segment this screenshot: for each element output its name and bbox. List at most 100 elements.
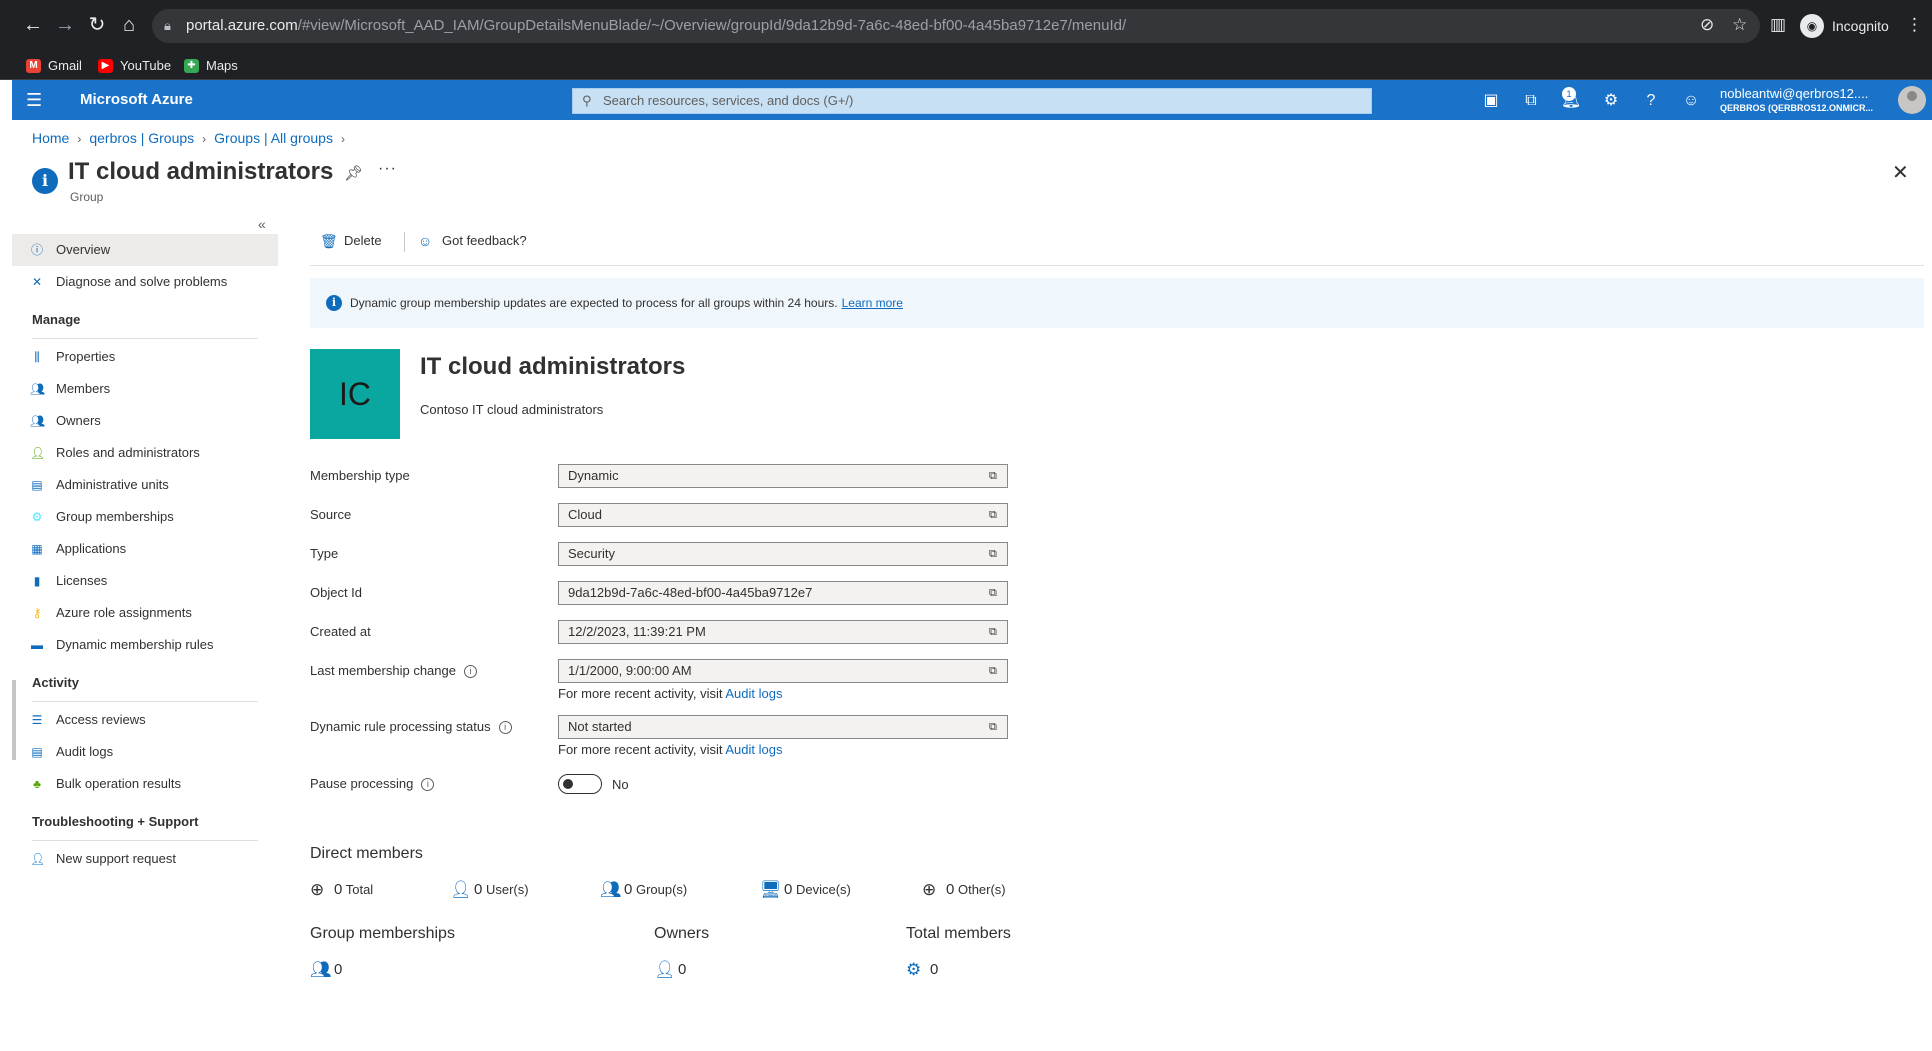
cloud-shell-icon[interactable]: ▣ (1480, 90, 1502, 112)
dynamic-rule-status-field: Not started ⧉ (558, 715, 1008, 739)
sidebar-scrollbar[interactable] (12, 680, 16, 760)
log-icon: ▤ (31, 745, 43, 759)
forward-icon[interactable]: → (54, 14, 76, 36)
sidebar-item-properties[interactable]: ⫼ Properties (12, 341, 278, 373)
rules-icon: ▬ (31, 638, 43, 652)
delete-button[interactable]: 🗑︎ Delete (320, 228, 382, 254)
feedback-icon: ☺ (418, 233, 433, 249)
feedback-button[interactable]: ☺ Got feedback? (418, 228, 527, 254)
sidebar-item-applications[interactable]: ▦ Applications (12, 533, 278, 565)
bookmark-gmail[interactable]: M Gmail (26, 52, 82, 80)
search-icon: ⚲ (582, 93, 592, 108)
copy-icon[interactable]: ⧉ (989, 621, 1001, 643)
roles-icon: 👤︎ (30, 446, 46, 460)
sidebar-item-azure-roles[interactable]: ⚷ Azure role assignments (12, 597, 278, 629)
help-icon[interactable]: ? (1640, 90, 1662, 112)
more-options-icon[interactable]: ··· (378, 160, 397, 178)
azure-header: ☰ Microsoft Azure ⚲ Search resources, se… (12, 80, 1932, 120)
note-text: For more recent activity, visit (558, 742, 723, 757)
count: 0 (784, 881, 793, 898)
incognito-indicator[interactable]: ◉ Incognito (1800, 12, 1889, 40)
bookmark-youtube[interactable]: ▶ YouTube (98, 52, 171, 80)
audit-logs-link[interactable]: Audit logs (725, 686, 782, 701)
pause-processing-toggle[interactable] (558, 774, 602, 794)
owners-count[interactable]: 👤︎ 0 (654, 959, 686, 981)
info-icon: i (326, 295, 342, 311)
sidebar-item-label: Properties (56, 349, 116, 364)
group-icon: 👥︎ (600, 880, 622, 899)
sidebar-item-label: Members (56, 381, 111, 396)
breadcrumb-home[interactable]: Home (32, 130, 69, 146)
sidebar-item-group-memberships[interactable]: ⚙ Group memberships (12, 501, 278, 533)
sidebar-item-members[interactable]: 👥︎ Members (12, 373, 278, 405)
divider (404, 232, 405, 252)
sidebar-item-roles[interactable]: 👤︎ Roles and administrators (12, 437, 278, 469)
properties-icon: ⫼ (34, 350, 40, 364)
sidebar-item-diagnose[interactable]: ✕ Diagnose and solve problems (12, 266, 278, 298)
total-members-count[interactable]: ⚙ 0 (906, 959, 938, 981)
settings-gear-icon[interactable]: ⚙ (1600, 90, 1622, 112)
group-icon: 👥︎ (310, 960, 332, 979)
direct-members-devices[interactable]: 🖥︎ 0 Device(s) (760, 879, 851, 901)
copy-icon[interactable]: ⧉ (989, 543, 1001, 565)
directory-filter-icon[interactable]: ⧉ (1520, 90, 1542, 112)
address-bar[interactable]: 🔒︎ portal.azure.com/#view/Microsoft_AAD_… (152, 9, 1760, 43)
incognito-label: Incognito (1832, 18, 1889, 34)
group-memberships-count[interactable]: 👥︎ 0 (310, 959, 342, 981)
copy-icon[interactable]: ⧉ (989, 716, 1001, 738)
direct-members-groups[interactable]: 👥︎ 0 Group(s) (600, 879, 687, 901)
members-summary-icon: ⚙ (906, 960, 922, 979)
help-info-icon[interactable]: i (421, 778, 435, 792)
avatar[interactable] (1898, 86, 1926, 114)
copy-icon[interactable]: ⧉ (989, 504, 1001, 526)
sidebar-item-dynamic-rules[interactable]: ▬ Dynamic membership rules (12, 629, 278, 661)
sidebar-item-label: New support request (56, 851, 176, 866)
field-value: Not started (568, 719, 632, 734)
help-info-icon[interactable]: i (463, 665, 477, 679)
sidebar-item-new-support-request[interactable]: 👤︎ New support request (12, 843, 278, 875)
home-icon[interactable]: ⌂ (118, 14, 140, 36)
direct-members-users[interactable]: 👤︎ 0 User(s) (450, 879, 529, 901)
feedback-icon[interactable]: ☺ (1680, 90, 1702, 112)
audit-logs-link[interactable]: Audit logs (725, 742, 782, 757)
copy-icon[interactable]: ⧉ (989, 582, 1001, 604)
close-icon[interactable]: ✕ (1892, 160, 1909, 185)
sidebar-item-label: Dynamic membership rules (56, 637, 214, 652)
sidebar-item-label: Licenses (56, 573, 108, 588)
copy-icon[interactable]: ⧉ (989, 465, 1001, 487)
sidebar-item-overview[interactable]: ⓘ Overview (12, 234, 278, 266)
bookmark-maps[interactable]: ✚ Maps (184, 52, 238, 80)
sidebar-item-bulk-results[interactable]: ♣ Bulk operation results (12, 768, 278, 800)
copy-icon[interactable]: ⧉ (989, 660, 1001, 682)
learn-more-link[interactable]: Learn more (842, 296, 903, 310)
pin-icon[interactable]: 📌︎ (344, 164, 363, 182)
breadcrumb-all-groups[interactable]: Groups | All groups (214, 130, 333, 146)
user-icon: 👤︎ (450, 880, 472, 899)
count: 0 (946, 881, 955, 898)
support-icon: 👤︎ (30, 852, 46, 866)
sidebar-item-owners[interactable]: 👥︎ Owners (12, 405, 278, 437)
bookmark-label: YouTube (120, 58, 172, 73)
breadcrumb-groups[interactable]: qerbros | Groups (89, 130, 194, 146)
eye-off-icon[interactable]: ⊘ (1700, 14, 1714, 36)
collapse-sidebar-icon[interactable]: « (258, 216, 266, 232)
global-search-input[interactable]: ⚲ Search resources, services, and docs (… (572, 88, 1372, 114)
field-value: 9da12b9d-7a6c-48ed-bf00-4a45ba9712e7 (568, 585, 813, 600)
sidebar-item-audit-logs[interactable]: ▤ Audit logs (12, 736, 278, 768)
sidebar-item-admin-units[interactable]: ▤ Administrative units (12, 469, 278, 501)
back-icon[interactable]: ← (22, 14, 44, 36)
direct-members-others[interactable]: ⊕ 0 Other(s) (922, 879, 1006, 901)
hamburger-menu-icon[interactable]: ☰ (26, 90, 44, 110)
account-menu[interactable]: nobleantwi@qerbros12.... QERBROS (QERBRO… (1720, 86, 1900, 114)
azure-brand[interactable]: Microsoft Azure (80, 80, 193, 120)
star-icon[interactable]: ☆ (1732, 14, 1747, 36)
sidebar-item-licenses[interactable]: ▮ Licenses (12, 565, 278, 597)
count: 0 (334, 881, 343, 898)
help-info-icon[interactable]: i (498, 721, 512, 735)
browser-menu-icon[interactable]: ⋮ (1906, 14, 1923, 36)
direct-members-total[interactable]: ⊕ 0 Total (310, 879, 373, 901)
reload-icon[interactable]: ↻ (86, 14, 108, 36)
sidebar-item-access-reviews[interactable]: ☰ Access reviews (12, 704, 278, 736)
pause-processing-label: Pause processing i (310, 772, 435, 796)
side-panel-icon[interactable]: ▥ (1770, 14, 1786, 36)
